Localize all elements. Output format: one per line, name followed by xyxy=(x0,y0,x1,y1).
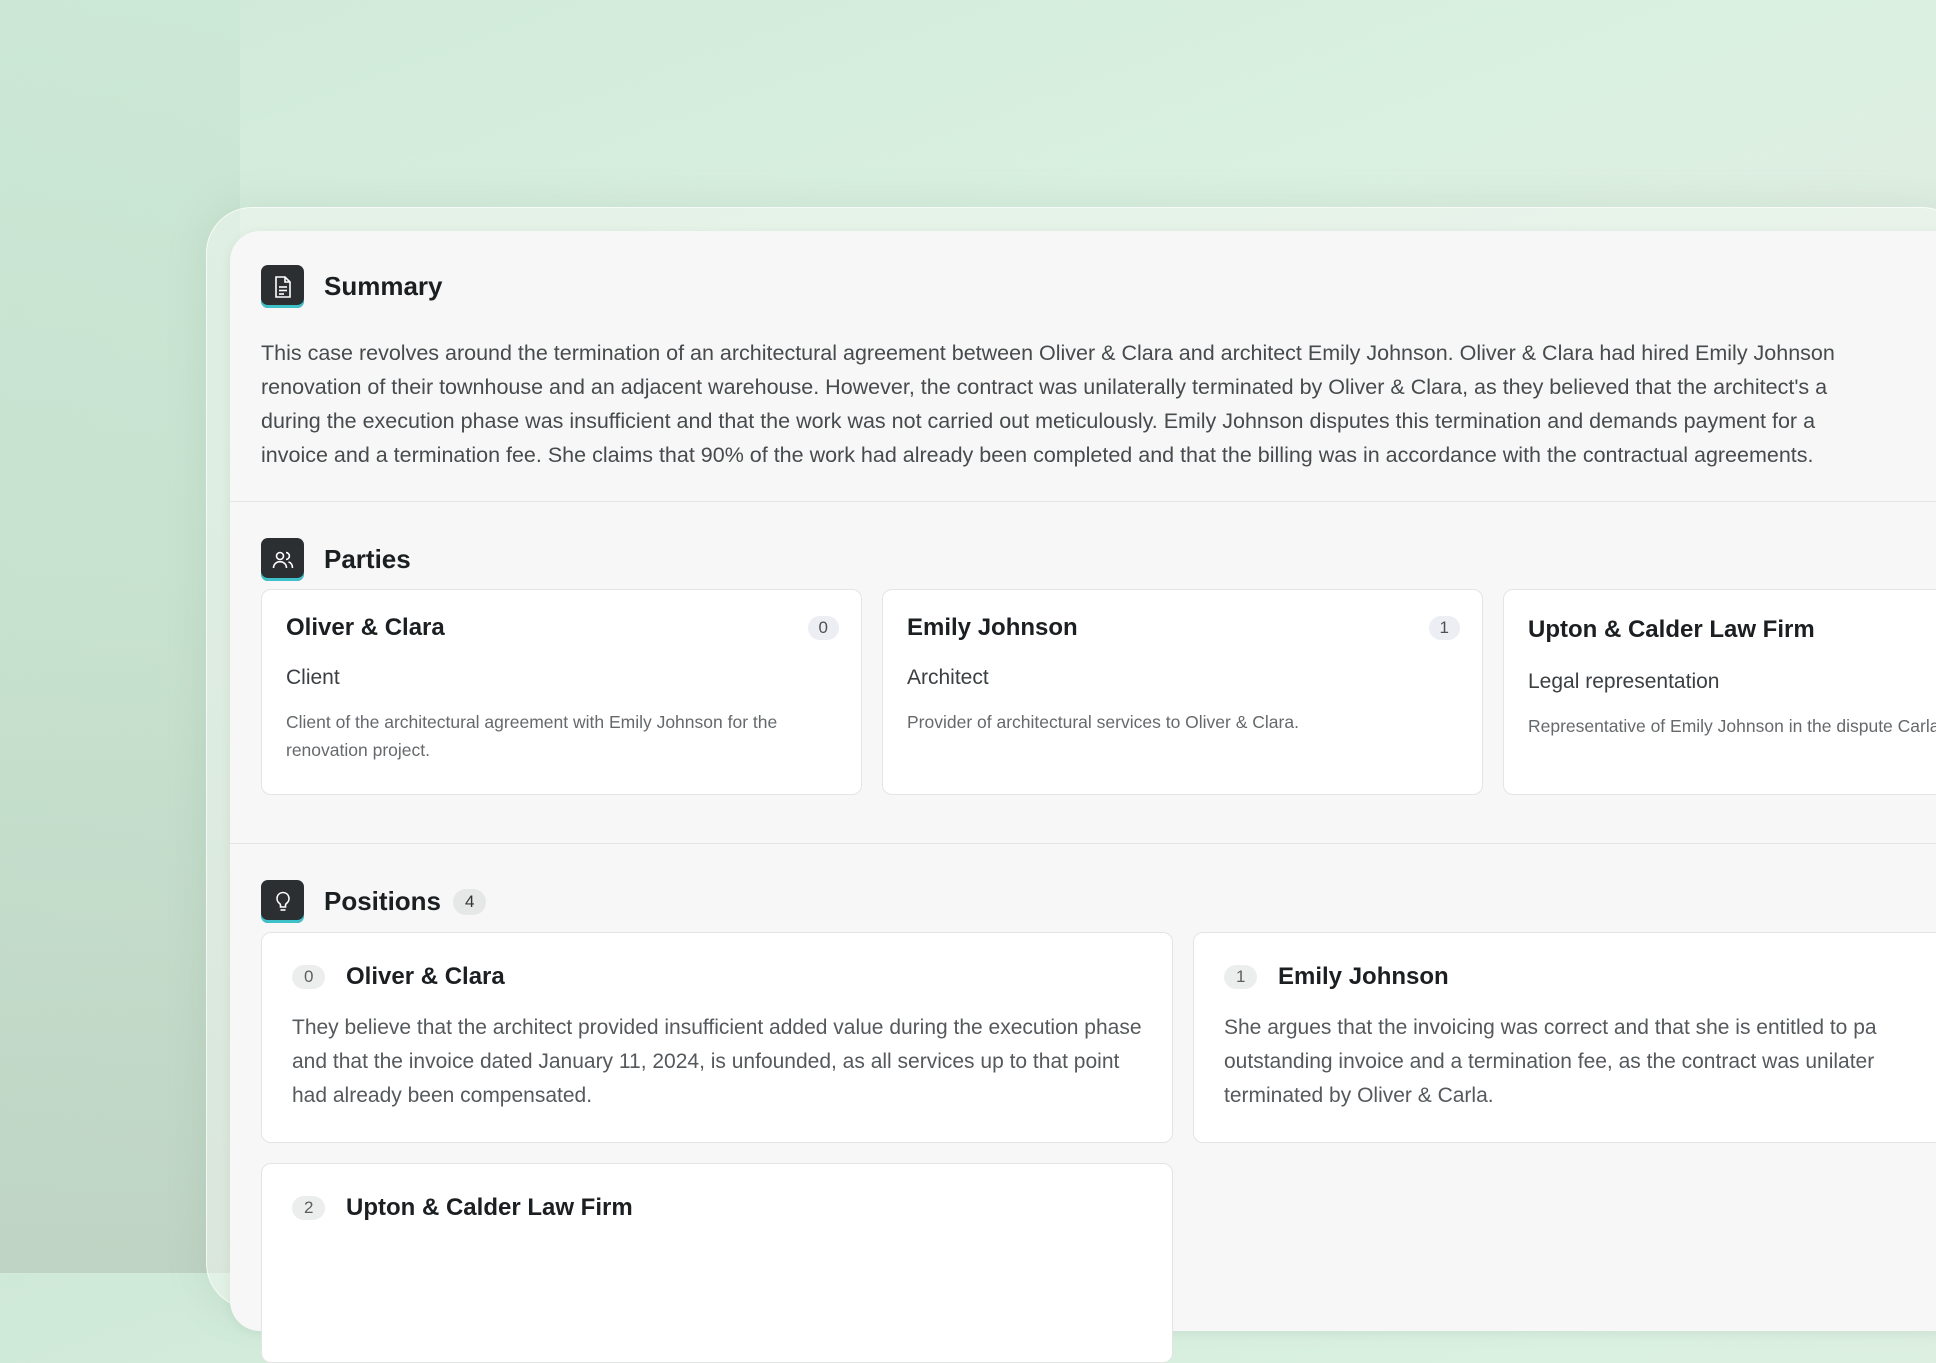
position-party-name: Oliver & Clara xyxy=(346,963,505,990)
summary-line: during the execution phase was insuffici… xyxy=(261,409,1816,433)
party-description: Representative of Emily Johnson in the d… xyxy=(1528,716,1936,736)
position-party-name: Emily Johnson xyxy=(1278,963,1449,990)
parties-header: Parties xyxy=(261,538,411,581)
case-panel: Summary This case revolves around the te… xyxy=(230,231,1936,1363)
position-text: They believe that the architect provided… xyxy=(292,1016,1142,1107)
summary-text: This case revolves around the terminatio… xyxy=(261,336,1936,472)
position-party-name: Upton & Calder Law Firm xyxy=(346,1194,633,1221)
parties-title: Parties xyxy=(324,544,411,574)
party-index-badge: 1 xyxy=(1428,616,1460,640)
party-role: Client xyxy=(286,666,340,689)
position-index-badge: 0 xyxy=(292,965,326,989)
background-left xyxy=(0,0,240,1273)
party-name: Oliver & Clara xyxy=(286,614,445,641)
positions-header: Positions 4 xyxy=(261,880,487,923)
summary-section: Summary This case revolves around the te… xyxy=(230,231,1936,481)
position-card[interactable]: 1 Emily Johnson She argues that the invo… xyxy=(1193,932,1936,1143)
summary-line: invoice and a termination fee. She claim… xyxy=(261,443,1814,467)
party-card[interactable]: Emily Johnson 1 Architect Provider of ar… xyxy=(882,589,1483,795)
position-card[interactable]: 2 Upton & Calder Law Firm xyxy=(261,1163,1173,1363)
position-index-badge: 1 xyxy=(1224,965,1258,989)
document-icon xyxy=(261,265,304,308)
position-index-badge: 2 xyxy=(292,1196,326,1220)
lightbulb-icon xyxy=(261,880,304,923)
party-description: Provider of architectural services to Ol… xyxy=(907,712,1299,732)
summary-line: renovation of their townhouse and an adj… xyxy=(261,375,1828,399)
party-role: Architect xyxy=(907,666,989,689)
party-card[interactable]: Oliver & Clara 0 Client Client of the ar… xyxy=(261,589,862,795)
positions-section: Positions 4 0 Oliver & Clara They believ… xyxy=(230,844,1936,1363)
party-index-badge: 0 xyxy=(807,616,839,640)
party-name: Emily Johnson xyxy=(907,614,1078,641)
position-text: She argues that the invoicing was correc… xyxy=(1224,1016,1877,1107)
party-name: Upton & Calder Law Firm xyxy=(1528,616,1815,643)
positions-count-badge: 4 xyxy=(453,888,487,915)
users-icon xyxy=(261,538,304,581)
party-card[interactable]: Upton & Calder Law Firm Legal representa… xyxy=(1503,589,1936,795)
party-role: Legal representation xyxy=(1528,670,1720,693)
position-card[interactable]: 0 Oliver & Clara They believe that the a… xyxy=(261,932,1173,1143)
positions-title: Positions xyxy=(324,886,442,916)
summary-title: Summary xyxy=(324,271,443,301)
party-description: Client of the architectural agreement wi… xyxy=(286,712,778,760)
parties-section: Parties Oliver & Clara 0 Client Client o… xyxy=(230,502,1936,842)
summary-header: Summary xyxy=(261,265,443,308)
summary-line: This case revolves around the terminatio… xyxy=(261,341,1835,365)
